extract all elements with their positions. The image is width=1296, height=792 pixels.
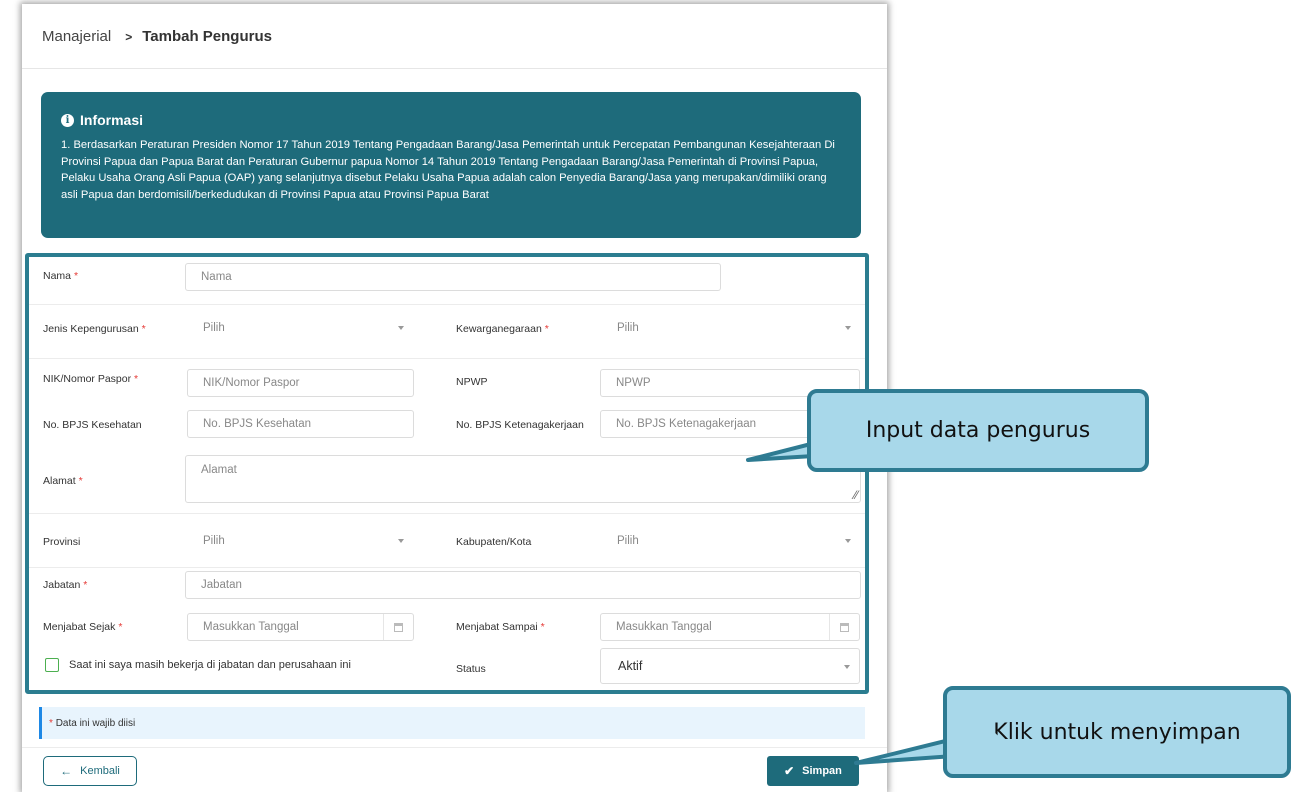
callout-tail-joins xyxy=(858,434,1009,751)
tail-join xyxy=(858,434,877,450)
tail-join xyxy=(990,732,1009,751)
